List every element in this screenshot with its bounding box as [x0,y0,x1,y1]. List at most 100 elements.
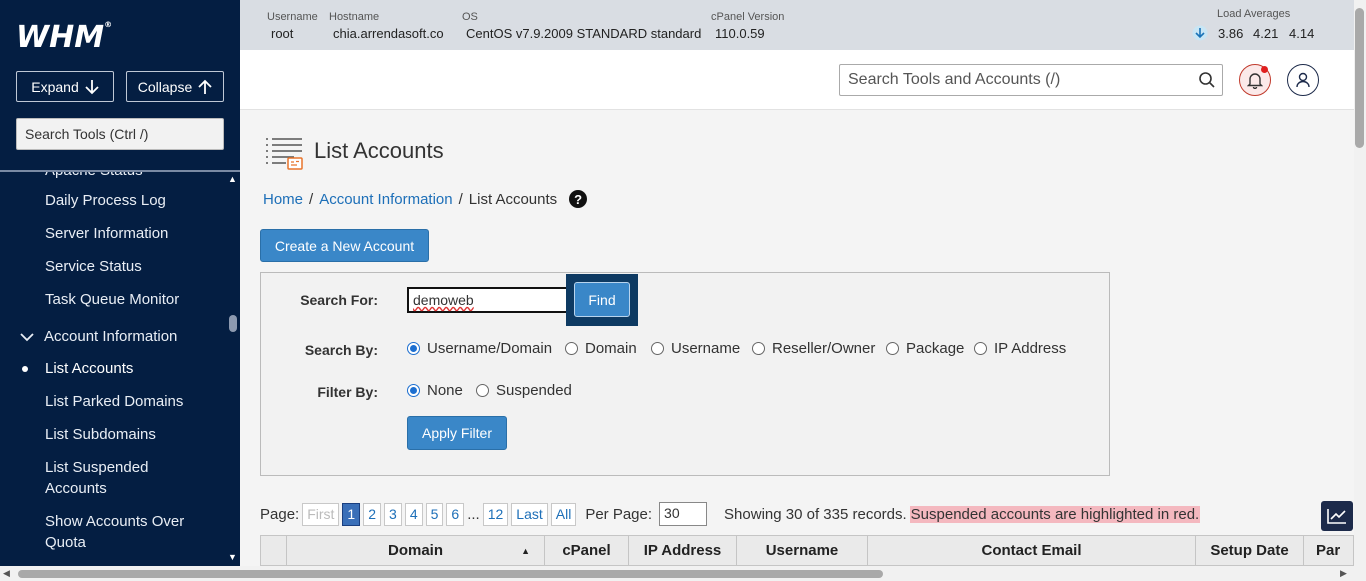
user-icon [1296,72,1310,88]
scroll-up-icon[interactable]: ▲ [228,174,237,184]
breadcrumb: Home / Account Information / List Accoun… [263,190,588,208]
collapse-label: Collapse [137,78,193,95]
radio-filter-suspended[interactable]: Suspended [476,382,572,399]
radio-package[interactable]: Package [886,340,964,357]
radio-label: Suspended [496,382,572,399]
list-accounts-icon [266,138,303,170]
radio-filter-none[interactable]: None [407,382,463,399]
chevron-down-icon [20,332,34,341]
notification-dot [1261,66,1268,73]
sidebar-item-daily-process-log[interactable]: Daily Process Log [45,190,166,211]
server-info-bar: Username root Hostname chia.arrendasoft.… [240,0,1354,50]
sidebar-item-list-parked-domains[interactable]: List Parked Domains [45,391,183,412]
radio-icon [651,342,664,355]
col-ip-address[interactable]: IP Address [629,536,737,565]
user-menu-button[interactable] [1287,64,1319,96]
breadcrumb-account-information[interactable]: Account Information [319,191,452,208]
os-label: OS [462,11,478,23]
breadcrumb-separator: / [458,190,463,208]
arrow-up-icon [198,79,212,94]
page-12[interactable]: 12 [482,502,509,526]
scroll-left-icon[interactable]: ◀ [3,568,10,579]
collapse-button[interactable]: Collapse [126,71,224,102]
col-cpanel[interactable]: cPanel [545,536,629,565]
stats-chart-button[interactable] [1321,501,1353,531]
sidebar-item-list-suspended-accounts[interactable]: List Suspended Accounts [45,457,148,499]
tools-accounts-search-input[interactable]: Search Tools and Accounts (/) [839,64,1223,96]
radio-label: None [427,382,463,399]
notifications-button[interactable] [1239,64,1271,96]
col-setup-date[interactable]: Setup Date [1196,536,1304,565]
bell-icon [1247,73,1263,89]
radio-ip-address[interactable]: IP Address [974,340,1066,357]
sidebar-item-label: List Suspended [45,459,149,476]
sidebar-item-list-subdomains[interactable]: List Subdomains [45,424,156,445]
find-button[interactable]: Find [574,282,630,317]
radio-selected-icon [407,384,420,397]
active-bullet-icon [22,366,28,372]
sidebar-search-input[interactable]: Search Tools (Ctrl /) [16,118,224,150]
cpanel-version-value: 110.0.59 [715,26,765,41]
search-for-input[interactable]: demoweb [407,287,571,313]
whm-logo[interactable]: WHM® [16,20,112,55]
expand-button[interactable]: Expand [16,71,114,102]
page-3[interactable]: 3 [384,502,402,526]
page-title: List Accounts [314,138,444,163]
radio-label: Username [671,340,741,357]
accounts-table-header: Domain ▲ cPanel IP Address Username Cont… [260,535,1354,566]
create-account-button[interactable]: Create a New Account [260,229,429,262]
sidebar-item-list-accounts[interactable]: List Accounts [45,358,133,379]
page-4[interactable]: 4 [404,502,423,526]
page-all[interactable]: All [550,502,577,526]
radio-username[interactable]: Username [651,340,740,357]
radio-selected-icon [407,342,420,355]
breadcrumb-home[interactable]: Home [263,191,303,208]
col-username[interactable]: Username [737,536,868,565]
sidebar-item-task-queue-monitor[interactable]: Task Queue Monitor [45,289,179,310]
radio-label: Package [906,340,965,357]
sidebar-scrollbar[interactable]: ▲ ▼ [226,172,240,566]
per-page-input[interactable]: 30 [659,502,708,526]
hostname-label: Hostname [329,11,380,23]
radio-label: Reseller/Owner [772,340,876,357]
arrow-down-icon [85,79,99,94]
col-partition[interactable]: Par [1304,536,1353,565]
sidebar-section-account-information[interactable]: Account Information [20,328,177,345]
sidebar-item-server-information[interactable]: Server Information [45,223,168,244]
sidebar-nav: Apache Status Daily Process Log Server I… [0,172,226,566]
breadcrumb-current: List Accounts [468,190,558,208]
sidebar-item-show-accounts-over-quota[interactable]: Show Accounts Over Quota [45,511,184,553]
help-icon[interactable]: ? [569,190,588,208]
page-vertical-scroll-thumb[interactable] [1355,8,1364,148]
page-6[interactable]: 6 [446,502,465,526]
sort-asc-icon: ▲ [521,545,530,556]
page-horizontal-scroll-thumb[interactable] [18,570,883,578]
apply-filter-button[interactable]: Apply Filter [407,416,507,450]
cpanel-version-label: cPanel Version [711,11,785,23]
radio-username-domain[interactable]: Username/Domain [407,340,552,357]
page-5[interactable]: 5 [425,502,444,526]
scroll-down-icon[interactable]: ▼ [228,552,237,562]
page-1[interactable]: 1 [342,502,361,526]
os-value: CentOS v7.9.2009 STANDARD standard [466,26,702,41]
search-icon[interactable] [1198,71,1216,89]
col-contact-email[interactable]: Contact Email [868,536,1196,565]
sidebar-item-apache-status[interactable]: Apache Status [45,172,143,181]
radio-domain[interactable]: Domain [565,340,637,357]
col-domain[interactable]: Domain ▲ [287,536,545,565]
suspended-note: Suspended accounts are highlighted in re… [909,505,1201,523]
load-trend-down-icon [1192,25,1208,41]
sidebar-scroll-thumb[interactable] [229,315,237,332]
page-2[interactable]: 2 [363,502,382,526]
radio-reseller-owner[interactable]: Reseller/Owner [752,340,875,357]
scroll-right-icon[interactable]: ▶ [1340,568,1347,579]
radio-icon [886,342,899,355]
sidebar-item-service-status[interactable]: Service Status [45,256,142,277]
page-last[interactable]: Last [511,502,548,526]
radio-icon [476,384,489,397]
expand-label: Expand [31,78,79,95]
radio-label: Username/Domain [427,340,553,357]
search-value: demoweb [413,292,474,308]
breadcrumb-separator: / [309,190,314,208]
page-ellipsis: ... [467,505,480,523]
